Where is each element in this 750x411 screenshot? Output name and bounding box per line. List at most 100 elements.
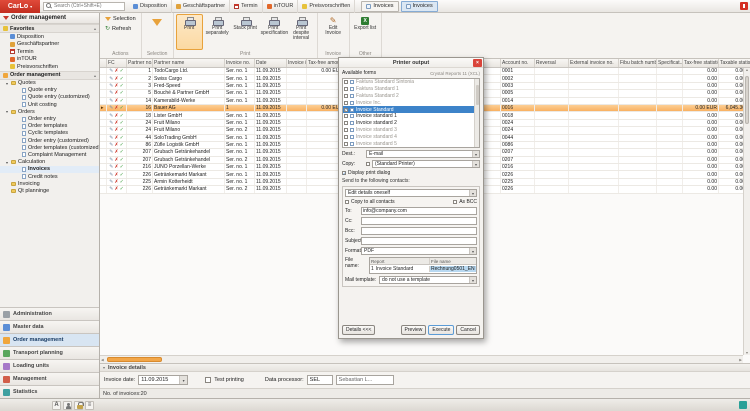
- module-item[interactable]: Statistics: [0, 385, 99, 398]
- column-header[interactable]: External invoice no.: [569, 59, 619, 67]
- column-header[interactable]: FC: [107, 59, 127, 67]
- column-header[interactable]: Invoice no.: [225, 59, 255, 67]
- ok-icon[interactable]: ✓: [120, 90, 124, 96]
- tree-item[interactable]: Order entry: [0, 115, 99, 122]
- ok-icon[interactable]: ✓: [120, 113, 124, 119]
- edit-icon[interactable]: ✎: [109, 83, 113, 89]
- edit-icon[interactable]: ✎: [109, 76, 113, 82]
- invoice-details-header[interactable]: ▾ Invoice details: [100, 363, 750, 372]
- column-header[interactable]: Date: [255, 59, 287, 67]
- delete-icon[interactable]: ✗: [114, 164, 118, 170]
- window-tab-invoices[interactable]: Invoices: [361, 0, 399, 12]
- delete-icon[interactable]: ✗: [114, 142, 118, 148]
- form-checkbox[interactable]: [344, 87, 348, 92]
- tree-item[interactable]: Order templates (customized): [0, 144, 99, 151]
- delete-icon[interactable]: ✗: [114, 68, 118, 74]
- available-forms-list[interactable]: Faktura Standard Sintonia Faktura Standa…: [342, 78, 480, 148]
- favorite-item[interactable]: Termin: [0, 48, 99, 56]
- ok-icon[interactable]: ✓: [120, 157, 124, 163]
- ok-icon[interactable]: ✓: [120, 142, 124, 148]
- form-checkbox[interactable]: [344, 127, 348, 132]
- delete-icon[interactable]: ✗: [114, 149, 118, 155]
- module-item[interactable]: Master data: [0, 320, 99, 333]
- delete-icon[interactable]: ✗: [114, 179, 118, 185]
- column-header[interactable]: Tax-free statistical amo...: [683, 59, 719, 67]
- vertical-scroll-thumb[interactable]: [745, 76, 749, 124]
- form-checkbox[interactable]: [344, 80, 348, 85]
- form-list-item[interactable]: Invoice standard 4: [343, 133, 474, 140]
- expander-icon[interactable]: ▾: [5, 81, 9, 86]
- edit-icon[interactable]: ✎: [109, 172, 113, 178]
- ok-icon[interactable]: ✓: [120, 179, 124, 185]
- delete-icon[interactable]: ✗: [114, 186, 118, 192]
- column-header[interactable]: Fibu batch number: [619, 59, 657, 67]
- delete-icon[interactable]: ✗: [114, 135, 118, 141]
- favorites-header[interactable]: Favorites ▴: [0, 24, 99, 33]
- edit-icon[interactable]: ✎: [109, 179, 113, 185]
- favorite-item[interactable]: Preisvorschriften: [0, 63, 99, 71]
- form-list-item[interactable]: Invoice standard 2: [343, 120, 474, 127]
- edit-icon[interactable]: ✎: [109, 120, 113, 126]
- menu-icon[interactable]: [85, 400, 94, 410]
- delete-icon[interactable]: ✗: [114, 98, 118, 104]
- search-box[interactable]: [43, 1, 125, 11]
- ok-icon[interactable]: ✓: [120, 83, 124, 89]
- data-processor-name-field[interactable]: Sebastian L...: [335, 375, 394, 385]
- copy-to-all-checkbox[interactable]: [345, 200, 349, 204]
- vertical-scrollbar[interactable]: ▲ ▼: [743, 68, 750, 355]
- forms-scrollbar[interactable]: [474, 79, 479, 147]
- tree-item[interactable]: Invoices: [0, 165, 99, 173]
- column-header[interactable]: Specificat...: [657, 59, 683, 67]
- edit-details-select[interactable]: Edit details oneself: [345, 189, 477, 197]
- ok-icon[interactable]: ✓: [120, 68, 124, 74]
- execute-button[interactable]: Execute: [428, 325, 455, 335]
- form-list-item[interactable]: Invoice Standard: [343, 106, 474, 113]
- horizontal-scroll-thumb[interactable]: [107, 357, 162, 362]
- mail-template-select[interactable]: do not use a template: [379, 276, 477, 284]
- module-item[interactable]: Management: [0, 372, 99, 385]
- form-checkbox[interactable]: [344, 107, 348, 113]
- scroll-up-icon[interactable]: ▲: [744, 68, 750, 72]
- file-row-filename[interactable]: Rechnung0501_EN: [430, 266, 476, 272]
- tree-item[interactable]: ▾ Quotes: [0, 80, 99, 87]
- search-input[interactable]: [54, 2, 122, 10]
- tree-section-header[interactable]: Order management ▴: [0, 70, 99, 80]
- data-processor-code-field[interactable]: SEL: [306, 375, 333, 385]
- print-button[interactable]: Print: [175, 14, 203, 50]
- favorite-item[interactable]: Geschäftspartner: [0, 41, 99, 49]
- tree-item[interactable]: ▾ Orders: [0, 108, 99, 115]
- toolbar-item[interactable]: Preisvorschriften: [298, 0, 356, 13]
- chevron-down-icon[interactable]: ▾: [103, 365, 105, 370]
- module-item[interactable]: Order management: [0, 333, 99, 346]
- scroll-down-icon[interactable]: ▼: [744, 351, 750, 355]
- column-header[interactable]: [100, 59, 107, 67]
- as-bcc-checkbox[interactable]: [453, 200, 458, 204]
- preview-button[interactable]: Preview: [400, 325, 427, 335]
- module-item[interactable]: Loading units: [0, 359, 99, 372]
- lock-icon[interactable]: [74, 400, 84, 410]
- scroll-right-icon[interactable]: ▶: [738, 356, 743, 363]
- tree-item[interactable]: Quote entry: [0, 87, 99, 94]
- edit-icon[interactable]: ✎: [109, 113, 113, 119]
- form-checkbox[interactable]: [344, 93, 348, 98]
- form-list-item[interactable]: Faktura Standard Sintonia: [343, 79, 474, 86]
- delete-icon[interactable]: ✗: [114, 127, 118, 133]
- form-checkbox[interactable]: [344, 141, 348, 146]
- ok-icon[interactable]: ✓: [120, 135, 124, 141]
- display-print-dialog-checkbox[interactable]: [342, 171, 346, 177]
- delete-icon[interactable]: ✗: [114, 172, 118, 178]
- print-button[interactable]: Print separately: [204, 14, 231, 50]
- ok-icon[interactable]: ✓: [120, 98, 124, 104]
- invoice-date-field[interactable]: 11.09.2015: [138, 375, 189, 385]
- toolbar-item[interactable]: Disposition: [129, 0, 172, 13]
- column-header[interactable]: Partner name: [153, 59, 225, 67]
- format-select[interactable]: PDF: [361, 247, 477, 255]
- expander-icon[interactable]: ▾: [5, 160, 9, 165]
- tree-item[interactable]: ▾ Calculation: [0, 159, 99, 166]
- ok-icon[interactable]: ✓: [120, 186, 124, 192]
- form-list-item[interactable]: Faktura Standard 2: [343, 93, 474, 100]
- form-checkbox[interactable]: [344, 100, 348, 105]
- copy-printer-select[interactable]: (Standard Printer): [372, 160, 480, 168]
- tree-item[interactable]: Invoicing: [0, 180, 99, 187]
- delete-icon[interactable]: ✗: [114, 113, 118, 119]
